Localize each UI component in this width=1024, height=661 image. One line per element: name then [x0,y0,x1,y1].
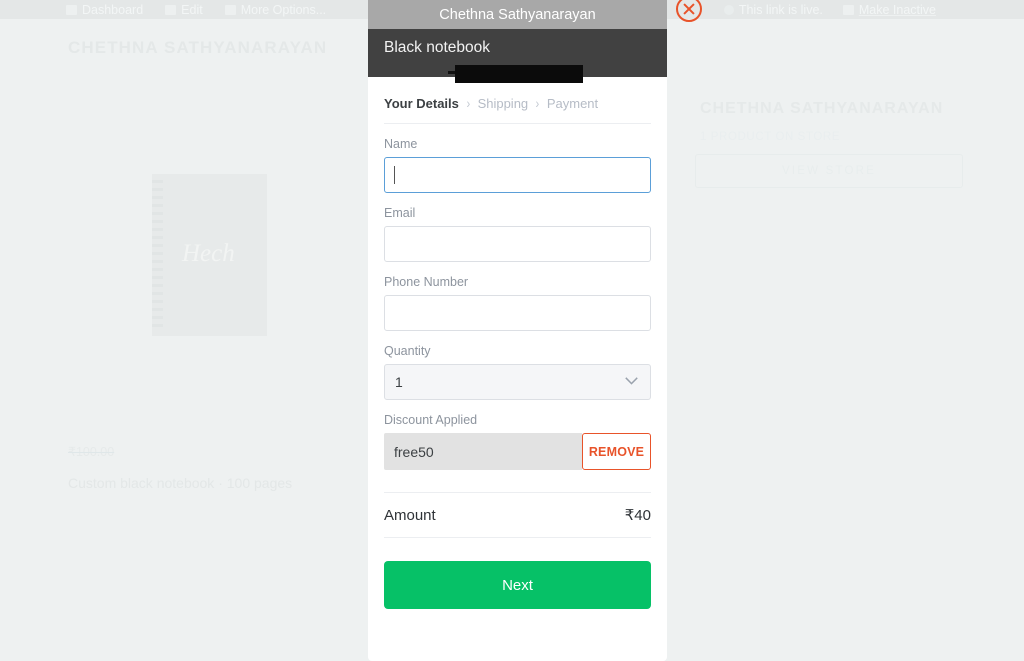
view-store-label: VIEW STORE [782,165,876,177]
more-options-icon [224,4,236,15]
amount-label: Amount [384,506,436,524]
background-right-store-title: CHETHNA SATHYANARAYAN [700,100,944,117]
toolbar-right-group: This link is live. Make Inactive [723,2,1024,17]
email-input[interactable] [384,226,651,262]
quantity-field-group: Quantity 1 [384,344,651,400]
discount-code: free50 [384,433,582,470]
view-store-button[interactable]: VIEW STORE [695,154,963,188]
notebook-cover-script: Hech [182,240,235,267]
background-product-count: 1 PRODUCT ON STORE [700,131,841,143]
inactive-icon [842,4,854,15]
modal-titlebar: Chethna Sathyanarayan [368,0,667,29]
toolbar-item-more-options-label: More Options... [240,2,327,17]
product-image: Hech [152,174,267,336]
quantity-value: 1 [395,374,403,390]
name-input[interactable] [384,157,651,193]
make-inactive-button[interactable]: Make Inactive [842,2,936,17]
quantity-select[interactable]: 1 [384,364,651,400]
name-field-group: Name [384,137,651,193]
product-description: Custom black notebook · 100 pages [68,475,293,491]
modal-product-header: Black notebook [368,29,667,83]
discount-field-group: Discount Applied free50 REMOVE [384,413,651,470]
modal-titlebar-label: Chethna Sathyanarayan [439,6,596,23]
phone-field-group: Phone Number [384,275,651,331]
chevron-right-icon: › [466,95,471,111]
dashboard-icon [66,4,77,15]
edit-icon [165,4,177,15]
email-label: Email [384,206,416,220]
product-struck-price: ₹100.00 [68,445,115,459]
toolbar-item-edit-label: Edit [181,2,203,17]
chevron-down-icon [625,377,638,385]
phone-input[interactable] [384,295,651,331]
amount-row: Amount ₹40 [384,493,651,537]
notebook-spiral-binding-icon [152,180,163,330]
modal-body: Your Details › Shipping › Payment Name E… [368,77,667,661]
name-input-wrapper [384,157,651,193]
link-status-label: This link is live. [738,2,823,17]
text-caret [394,166,395,184]
checkout-modal: Chethna Sathyanarayan Black notebook You… [368,0,667,661]
amount-bottom-divider [384,537,651,538]
make-inactive-label: Make Inactive [858,2,936,17]
remove-discount-button[interactable]: REMOVE [582,433,651,470]
quantity-label: Quantity [384,344,431,358]
discount-row: free50 REMOVE [384,433,651,470]
redaction-bar [455,65,583,83]
next-button[interactable]: Next [384,561,651,609]
toolbar-item-dashboard[interactable]: Dashboard [66,3,143,17]
background-left-store-title: CHETHNA SATHYANARAYAN [68,38,328,57]
discount-label: Discount Applied [384,413,478,427]
live-dot-icon [723,4,734,15]
breadcrumb-step-your-details[interactable]: Your Details [384,96,459,111]
chevron-right-icon-2: › [535,95,540,111]
breadcrumb-step-payment[interactable]: Payment [547,96,598,111]
email-field-group: Email [384,206,651,262]
link-status: This link is live. [723,2,823,17]
phone-label: Phone Number [384,275,469,289]
name-label: Name [384,137,418,151]
amount-value: ₹40 [624,507,651,524]
breadcrumb-step-shipping[interactable]: Shipping [478,96,529,111]
toolbar-item-more-options[interactable]: More Options... [224,2,327,17]
toolbar-item-dashboard-label: Dashboard [82,2,144,17]
toolbar-item-edit[interactable]: Edit [165,3,203,17]
breadcrumb-divider [384,123,651,124]
modal-product-name: Black notebook [384,39,490,56]
